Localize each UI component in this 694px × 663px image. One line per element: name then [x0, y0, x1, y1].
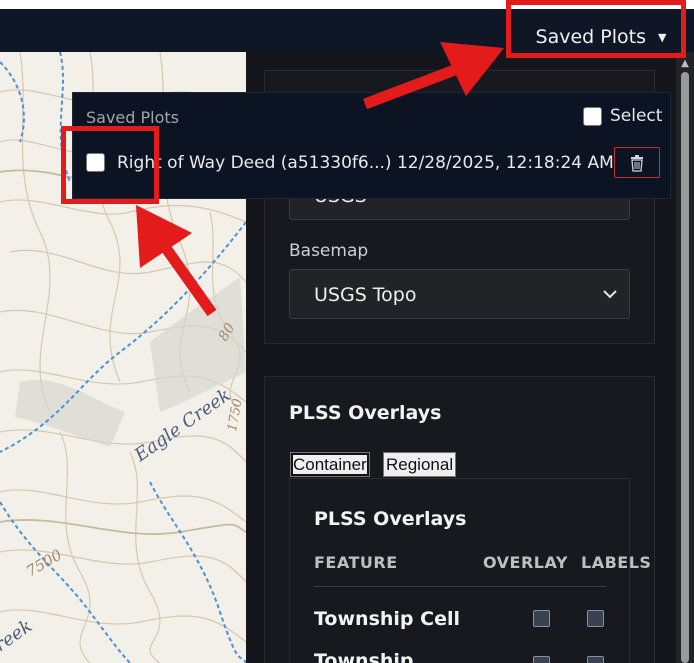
column-header-feature: FEATURE	[314, 553, 398, 572]
panel-scrollbar[interactable]: ▲	[676, 52, 694, 663]
tab-regional[interactable]: Regional	[383, 452, 457, 477]
highlight-box-saved-plots	[506, 0, 686, 58]
saved-plot-item[interactable]: Right of Way Deed (a51330f6...) 12/28/20…	[117, 153, 614, 173]
row-label-township: Township	[314, 650, 414, 663]
column-header-overlay: OVERLAY	[483, 553, 568, 572]
select-all-toggle[interactable]: Select	[583, 106, 662, 126]
dropdown-title: Saved Plots	[86, 108, 180, 127]
header-divider	[314, 586, 606, 587]
delete-saved-plot-button[interactable]	[614, 147, 660, 178]
township-cell-overlay-checkbox[interactable]	[533, 610, 550, 627]
saved-plots-dropdown: Saved Plots Select Right of Way Deed (a5…	[72, 92, 671, 199]
plss-overlays-inner-title: PLSS Overlays	[314, 508, 467, 530]
basemap-select[interactable]: USGS Topo	[289, 269, 630, 319]
basemap-label: Basemap	[289, 241, 369, 261]
column-header-labels: LABELS	[581, 553, 652, 572]
basemap-select-value: USGS Topo	[314, 284, 417, 306]
select-all-checkbox[interactable]	[583, 106, 602, 126]
trash-icon	[631, 154, 643, 172]
plss-overlays-title: PLSS Overlays	[289, 402, 442, 424]
chevron-down-icon	[603, 290, 617, 299]
tab-container[interactable]: Container	[290, 452, 370, 477]
township-cell-labels-checkbox[interactable]	[587, 610, 604, 627]
township-overlay-checkbox[interactable]	[533, 656, 550, 663]
select-label: Select	[610, 106, 663, 126]
row-label-township-cell: Township Cell	[314, 608, 460, 630]
scroll-up-arrow-icon[interactable]: ▲	[676, 58, 694, 69]
township-labels-checkbox[interactable]	[587, 656, 604, 663]
highlight-box-item-checkbox	[61, 126, 159, 204]
scrollbar-thumb[interactable]	[681, 72, 689, 663]
